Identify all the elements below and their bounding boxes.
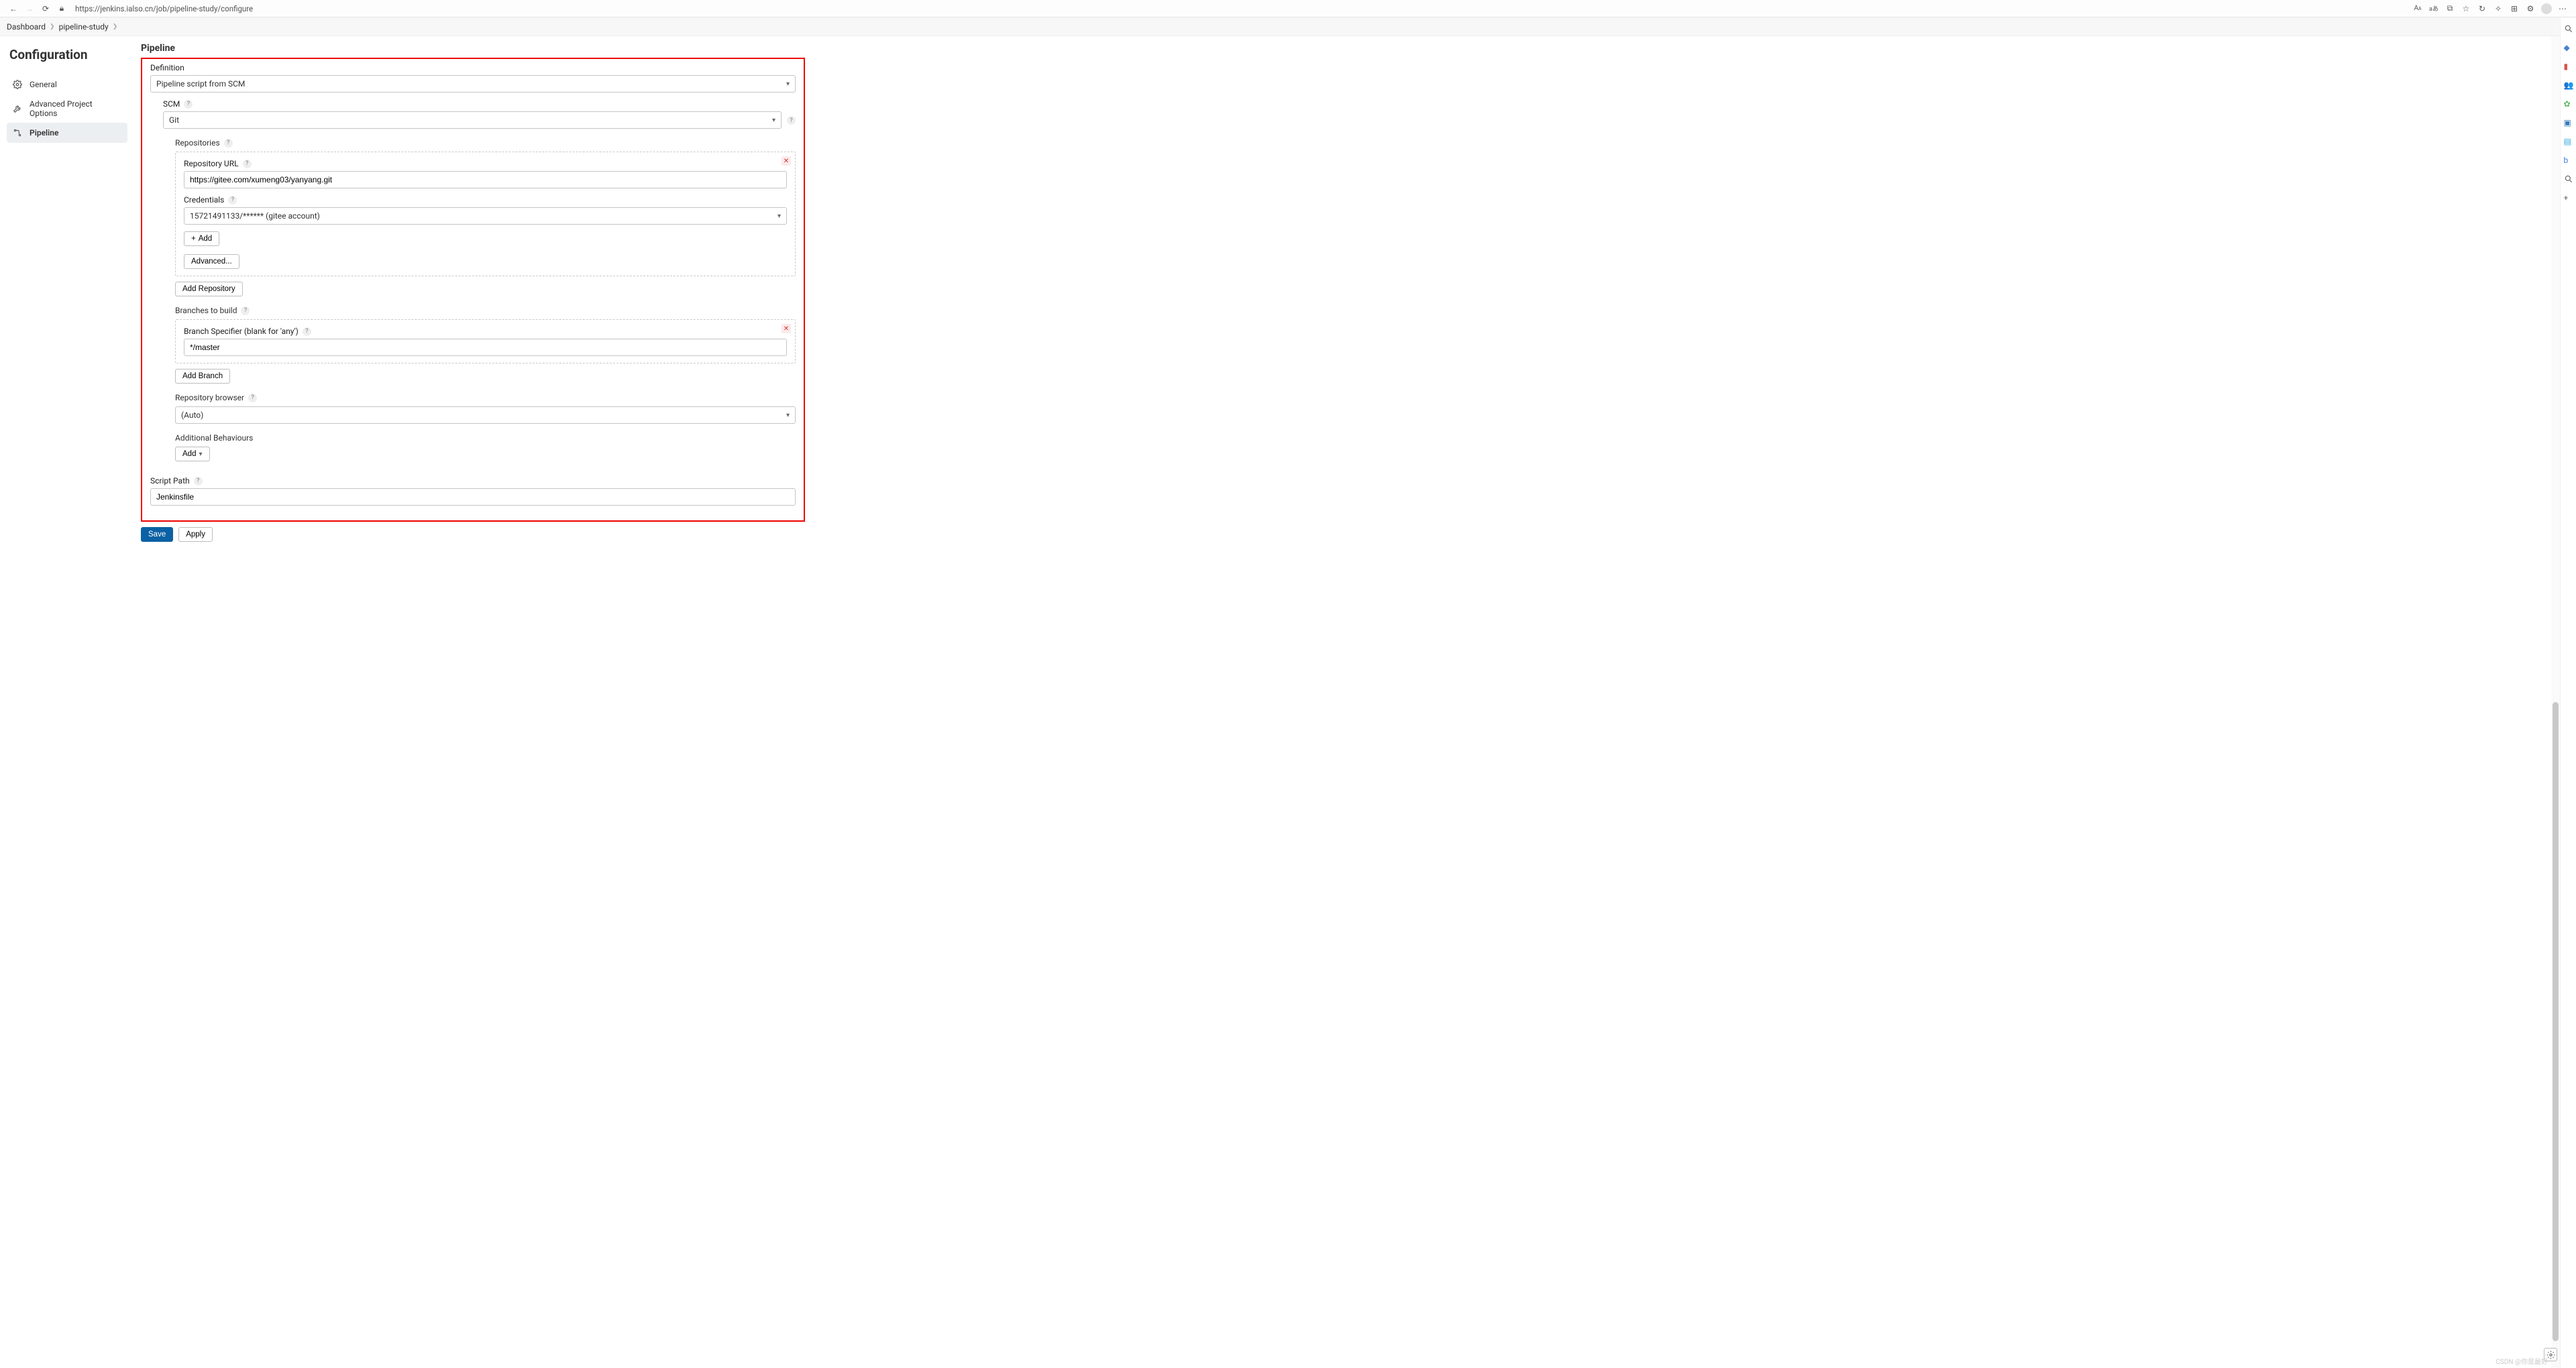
config-sidebar: Configuration General Advanced Project O… (0, 36, 134, 585)
branch-specifier-label: Branch Specifier (blank for 'any') (184, 327, 299, 336)
chevron-down-icon: ▾ (772, 117, 775, 124)
repositories-label: Repositories (175, 138, 220, 148)
repo-browser-label: Repository browser (175, 393, 244, 402)
breadcrumb-job[interactable]: pipeline-study (59, 22, 109, 32)
remove-branch-button[interactable]: ✕ (782, 324, 791, 333)
sidebar-app-icon[interactable]: b (2564, 156, 2573, 165)
sidebar-item-general[interactable]: General (7, 74, 127, 95)
chevron-down-icon: ▾ (786, 80, 790, 88)
help-icon[interactable]: ? (241, 306, 250, 315)
wrench-icon (12, 103, 23, 114)
plus-icon[interactable]: + (2564, 193, 2573, 203)
address-bar[interactable]: https://jenkins.ialso.cn/job/pipeline-st… (70, 3, 2410, 15)
lock-icon: 🔒︎ (56, 3, 67, 14)
breadcrumb-dashboard[interactable]: Dashboard (7, 22, 46, 32)
favorite-icon[interactable]: ☆ (2461, 3, 2471, 14)
sidebar-item-label: Advanced Project Options (30, 99, 122, 118)
breadcrumb: Dashboard ❯ pipeline-study ❯ (0, 17, 2576, 36)
scrollbar-thumb[interactable] (2553, 702, 2559, 1341)
search-icon[interactable] (2564, 24, 2573, 34)
definition-select[interactable]: Pipeline script from SCM ▾ (150, 75, 796, 93)
add-behaviour-button[interactable]: Add ▾ (175, 447, 210, 461)
save-button[interactable]: Save (141, 527, 173, 542)
chevron-down-icon: ▾ (777, 213, 781, 220)
sidebar-item-label: General (30, 80, 57, 89)
add-branch-button[interactable]: Add Branch (175, 369, 230, 384)
help-icon[interactable]: ? (194, 477, 203, 486)
edge-sidebar: ◆ ▮ 👥 ✿ ▣ ▤ b + (2560, 17, 2576, 1368)
vertical-scrollbar[interactable] (2551, 36, 2560, 1368)
pipeline-icon (12, 127, 23, 138)
chevron-right-icon: ❯ (50, 23, 55, 30)
apply-button[interactable]: Apply (178, 527, 213, 542)
scm-select[interactable]: Git ▾ (163, 111, 782, 129)
sidebar-app-icon[interactable]: ▮ (2564, 62, 2573, 71)
help-icon[interactable]: ? (787, 116, 796, 125)
help-icon[interactable]: ? (243, 160, 252, 168)
highlighted-region: Definition Pipeline script from SCM ▾ SC… (141, 58, 805, 522)
help-icon[interactable]: ? (303, 327, 311, 336)
extension-icon[interactable]: ✧ (2493, 3, 2504, 14)
help-icon[interactable]: ? (184, 100, 193, 109)
tab-actions-icon[interactable]: ⧉ (2445, 3, 2455, 14)
sidebar-app-icon[interactable]: 👥 (2564, 80, 2573, 90)
help-icon[interactable]: ? (228, 196, 237, 205)
scm-label: SCM (163, 99, 180, 109)
extensions-icon[interactable]: ⊞ (2509, 3, 2520, 14)
add-credentials-button[interactable]: +Add (184, 231, 219, 246)
sync-icon[interactable]: ↻ (2477, 3, 2487, 14)
repo-browser-value: (Auto) (181, 410, 203, 420)
browser-toolbar: ← → ⟳ 🔒︎ https://jenkins.ialso.cn/job/pi… (0, 0, 2576, 17)
advanced-button[interactable]: Advanced... (184, 254, 239, 269)
branches-label: Branches to build (175, 306, 237, 315)
branch-specifier-input[interactable] (184, 339, 787, 356)
definition-label: Definition (150, 63, 796, 72)
more-icon[interactable]: ⋯ (2557, 3, 2568, 14)
credentials-value: 15721491133/****** (gitee account) (190, 211, 320, 221)
additional-behaviours-label: Additional Behaviours (175, 433, 253, 443)
credentials-label: Credentials (184, 195, 224, 205)
script-path-input[interactable] (150, 488, 796, 506)
help-icon[interactable]: ? (224, 139, 233, 148)
section-heading-pipeline: Pipeline (141, 36, 805, 58)
repo-browser-select[interactable]: (Auto) ▾ (175, 406, 796, 424)
text-size-icon[interactable]: AA (2412, 3, 2423, 14)
chevron-right-icon: ❯ (113, 23, 118, 30)
sidebar-app-icon[interactable]: ◆ (2564, 43, 2573, 52)
search-icon[interactable] (2564, 174, 2573, 184)
repository-block: ✕ Repository URL? Credentials? 157214911… (175, 152, 796, 276)
sidebar-app-icon[interactable]: ✿ (2564, 99, 2573, 109)
refresh-icon[interactable]: ⟳ (40, 3, 51, 14)
remove-repository-button[interactable]: ✕ (782, 156, 791, 166)
page-title: Configuration (7, 47, 127, 62)
definition-value: Pipeline script from SCM (156, 79, 245, 89)
collections-icon[interactable]: ⚙ (2525, 3, 2536, 14)
script-path-label: Script Path (150, 476, 190, 486)
sidebar-item-pipeline[interactable]: Pipeline (7, 123, 127, 143)
repo-url-label: Repository URL (184, 159, 239, 168)
sidebar-item-advanced[interactable]: Advanced Project Options (7, 95, 127, 123)
plus-icon: + (191, 235, 196, 243)
repo-url-input[interactable] (184, 171, 787, 188)
watermark: CSDN @你是最好 (2496, 1356, 2548, 1366)
help-icon[interactable]: ? (248, 394, 257, 402)
credentials-select[interactable]: 15721491133/****** (gitee account) ▾ (184, 207, 787, 225)
sidebar-app-icon[interactable]: ▣ (2564, 118, 2573, 127)
sidebar-app-icon[interactable]: ▤ (2564, 137, 2573, 146)
gear-icon (12, 79, 23, 90)
forward-icon[interactable]: → (24, 3, 35, 14)
chevron-down-icon: ▾ (786, 412, 790, 419)
add-repository-button[interactable]: Add Repository (175, 282, 243, 296)
back-icon[interactable]: ← (8, 3, 19, 14)
branch-block: ✕ Branch Specifier (blank for 'any')? (175, 319, 796, 363)
read-aloud-icon[interactable]: aあ (2428, 3, 2439, 14)
scm-value: Git (169, 115, 179, 125)
profile-icon[interactable] (2541, 3, 2552, 14)
caret-down-icon: ▾ (199, 451, 202, 458)
sidebar-item-label: Pipeline (30, 128, 58, 137)
